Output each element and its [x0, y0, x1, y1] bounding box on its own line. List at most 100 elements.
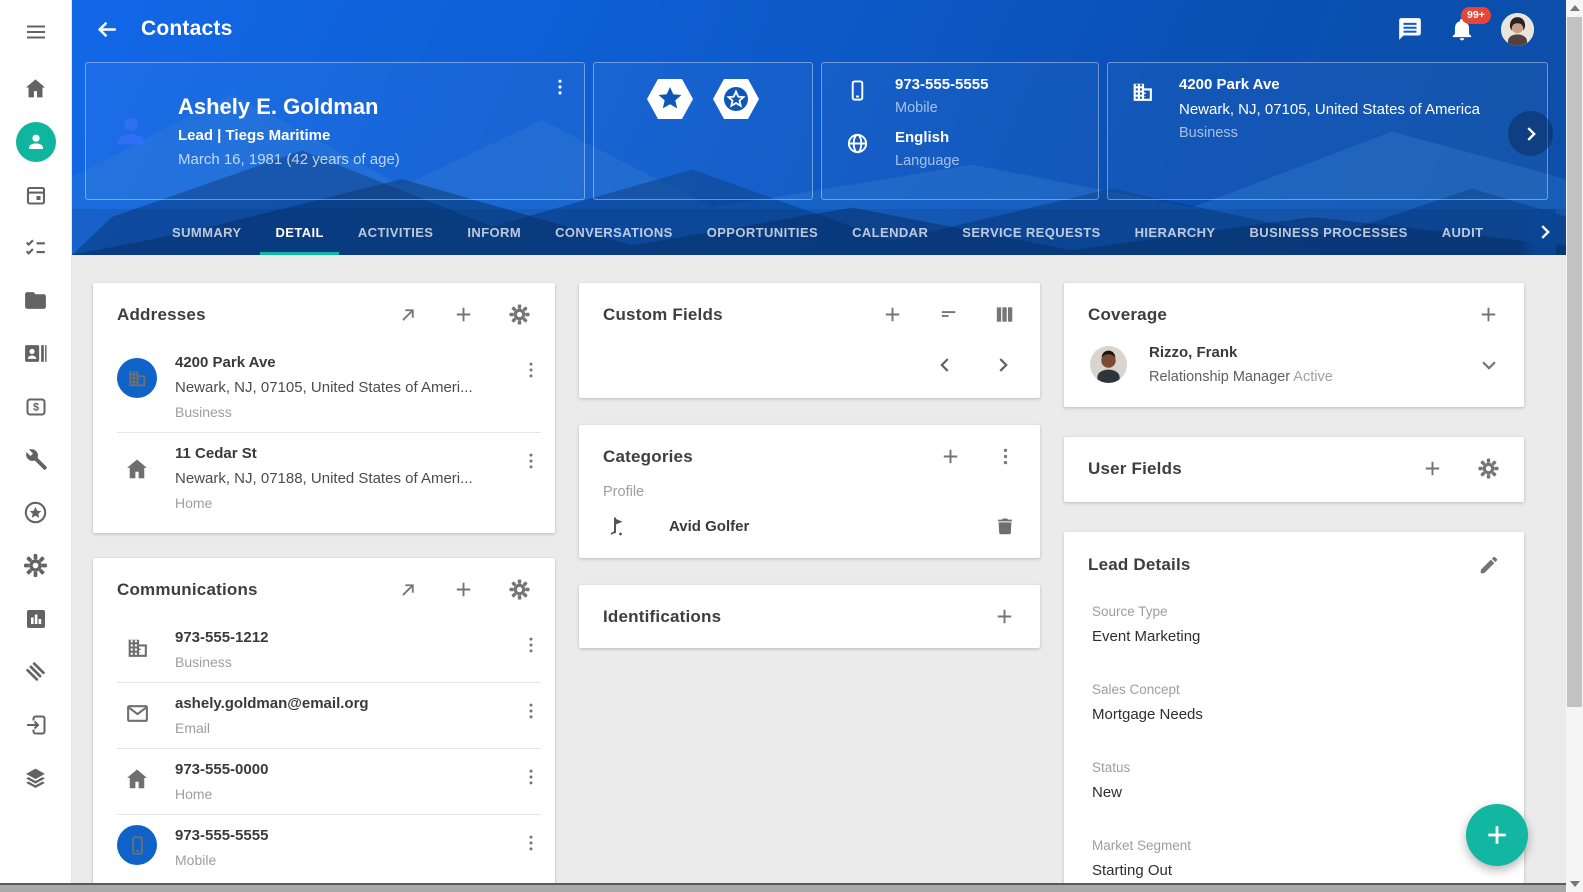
addresses-settings-icon[interactable] — [508, 303, 531, 326]
communication-row-menu[interactable] — [521, 767, 541, 787]
communication-list-item[interactable]: ashely.goldman@email.org Email — [117, 682, 541, 748]
folder-icon — [23, 288, 48, 313]
phone-value: 973-555-5555 — [895, 76, 988, 93]
contact-overflow-menu[interactable] — [550, 77, 570, 97]
communication-row-menu[interactable] — [521, 701, 541, 721]
delete-category-button[interactable] — [994, 515, 1016, 537]
edit-lead-details-icon[interactable] — [1478, 554, 1500, 576]
user-avatar[interactable] — [1501, 13, 1534, 46]
contact-hero: Ashely E. Goldman Lead | Tiegs Maritime … — [85, 62, 1548, 200]
communication-list-item[interactable]: 973-555-5555 Mobile — [117, 814, 541, 880]
star-hexagon-badge[interactable] — [646, 78, 694, 120]
tab-service-requests[interactable]: SERVICE REQUESTS — [945, 209, 1117, 255]
tab-business-processes[interactable]: BUSINESS PROCESSES — [1233, 209, 1425, 255]
tab-hierarchy[interactable]: HIERARCHY — [1118, 209, 1233, 255]
address-type: Home — [175, 495, 521, 511]
category-list-item[interactable]: Avid Golfer — [579, 500, 1040, 558]
add-address-icon[interactable] — [452, 303, 475, 326]
communication-row-menu[interactable] — [521, 833, 541, 853]
hero-next-button[interactable] — [1508, 111, 1553, 156]
home-icon — [124, 456, 150, 482]
contact-name: Ashely E. Goldman — [178, 94, 400, 120]
address-list-item[interactable]: 4200 Park Ave Newark, NJ, 07105, United … — [117, 342, 541, 432]
sidebar-item-sign-in[interactable] — [0, 698, 71, 751]
add-coverage-icon[interactable] — [1477, 303, 1500, 326]
sidebar-item-tasks[interactable] — [0, 221, 71, 274]
billing-icon: $ — [24, 395, 48, 419]
address-list-item[interactable]: 11 Cedar St Newark, NJ, 07188, United St… — [117, 432, 541, 523]
sidebar-item-billing[interactable]: $ — [0, 380, 71, 433]
coverage-card: Coverage Rizzo, Frank Relationship Manag… — [1064, 283, 1524, 407]
sidebar-item-documents[interactable] — [0, 274, 71, 327]
add-user-field-icon[interactable] — [1421, 457, 1444, 480]
sort-icon[interactable] — [937, 303, 960, 326]
sidebar-item-home[interactable] — [0, 62, 71, 115]
sidebar-item-contact-cards[interactable] — [0, 327, 71, 380]
sidebar-item-deals[interactable] — [0, 645, 71, 698]
chat-button[interactable] — [1397, 16, 1423, 42]
sidebar-item-analytics[interactable] — [0, 592, 71, 645]
coverage-person-status: Active — [1293, 369, 1333, 385]
sidebar-item-calendar[interactable] — [0, 168, 71, 221]
page-next-icon[interactable] — [992, 354, 1014, 376]
sidebar-item-contacts-active[interactable] — [0, 115, 71, 168]
three-dot-menu-icon — [521, 635, 541, 655]
chat-icon — [1397, 16, 1423, 42]
tab-summary[interactable]: SUMMARY — [155, 209, 258, 255]
back-button[interactable] — [95, 17, 120, 42]
categories-menu-icon[interactable] — [995, 446, 1016, 467]
category-label: Avid Golfer — [669, 518, 749, 535]
three-dot-menu-icon — [550, 77, 570, 97]
communication-list-item[interactable]: 973-555-1212 Business — [117, 617, 541, 682]
coverage-list-item[interactable]: Rizzo, Frank Relationship Manager Active — [1064, 340, 1524, 407]
language-value: English — [895, 129, 960, 146]
columns-icon[interactable] — [993, 303, 1016, 326]
hamburger-menu-button[interactable] — [0, 10, 71, 54]
user-fields-settings-icon[interactable] — [1477, 457, 1500, 480]
sidebar-item-tools[interactable] — [0, 433, 71, 486]
three-dot-menu-icon — [521, 451, 541, 471]
page-scrollbar[interactable] — [1566, 0, 1583, 892]
sidebar-item-layers[interactable] — [0, 751, 71, 804]
sidebar-item-settings[interactable] — [0, 539, 71, 592]
sidebar-item-rewards[interactable] — [0, 486, 71, 539]
scrollbar-thumb[interactable] — [1567, 17, 1582, 707]
communications-title: Communications — [117, 580, 258, 600]
home-icon — [124, 766, 150, 792]
add-identification-icon[interactable] — [993, 605, 1016, 628]
settings-icon — [23, 553, 48, 578]
open-list-icon[interactable] — [397, 304, 419, 326]
star-circle-hexagon-badge[interactable] — [712, 78, 760, 120]
window-bottom-edge — [0, 883, 1566, 892]
tab-inform[interactable]: INFORM — [450, 209, 538, 255]
add-category-icon[interactable] — [939, 445, 962, 468]
address-row-menu[interactable] — [521, 451, 541, 471]
tab-activities[interactable]: ACTIVITIES — [341, 209, 451, 255]
add-custom-field-icon[interactable] — [881, 303, 904, 326]
tabs-scroll-next-button[interactable] — [1520, 209, 1556, 255]
coverage-expand-button[interactable] — [1478, 354, 1500, 376]
coverage-avatar — [1090, 346, 1127, 383]
analytics-icon — [24, 607, 48, 631]
communication-list-item[interactable]: 973-555-0000 Home — [117, 748, 541, 814]
tab-opportunities[interactable]: OPPORTUNITIES — [690, 209, 835, 255]
tab-calendar[interactable]: CALENDAR — [835, 209, 945, 255]
notifications-button[interactable]: 99+ — [1449, 16, 1475, 42]
communications-settings-icon[interactable] — [508, 578, 531, 601]
phone-label: Mobile — [895, 100, 988, 116]
scrollbar-up-button[interactable] — [1566, 0, 1583, 16]
building-icon — [126, 367, 148, 389]
tab-audit[interactable]: AUDIT — [1425, 209, 1501, 255]
add-communication-icon[interactable] — [452, 578, 475, 601]
communication-value: 973-555-5555 — [175, 825, 521, 844]
identifications-title: Identifications — [603, 607, 721, 627]
page-previous-icon[interactable] — [934, 354, 956, 376]
scrollbar-down-button[interactable] — [1566, 876, 1583, 892]
lead-field-value: Mortgage Needs — [1092, 706, 1498, 723]
tab-detail[interactable]: DETAIL — [258, 209, 340, 255]
address-row-menu[interactable] — [521, 360, 541, 380]
communication-row-menu[interactable] — [521, 635, 541, 655]
add-record-fab[interactable] — [1466, 804, 1528, 866]
tab-conversations[interactable]: CONVERSATIONS — [538, 209, 690, 255]
open-list-icon[interactable] — [397, 579, 419, 601]
